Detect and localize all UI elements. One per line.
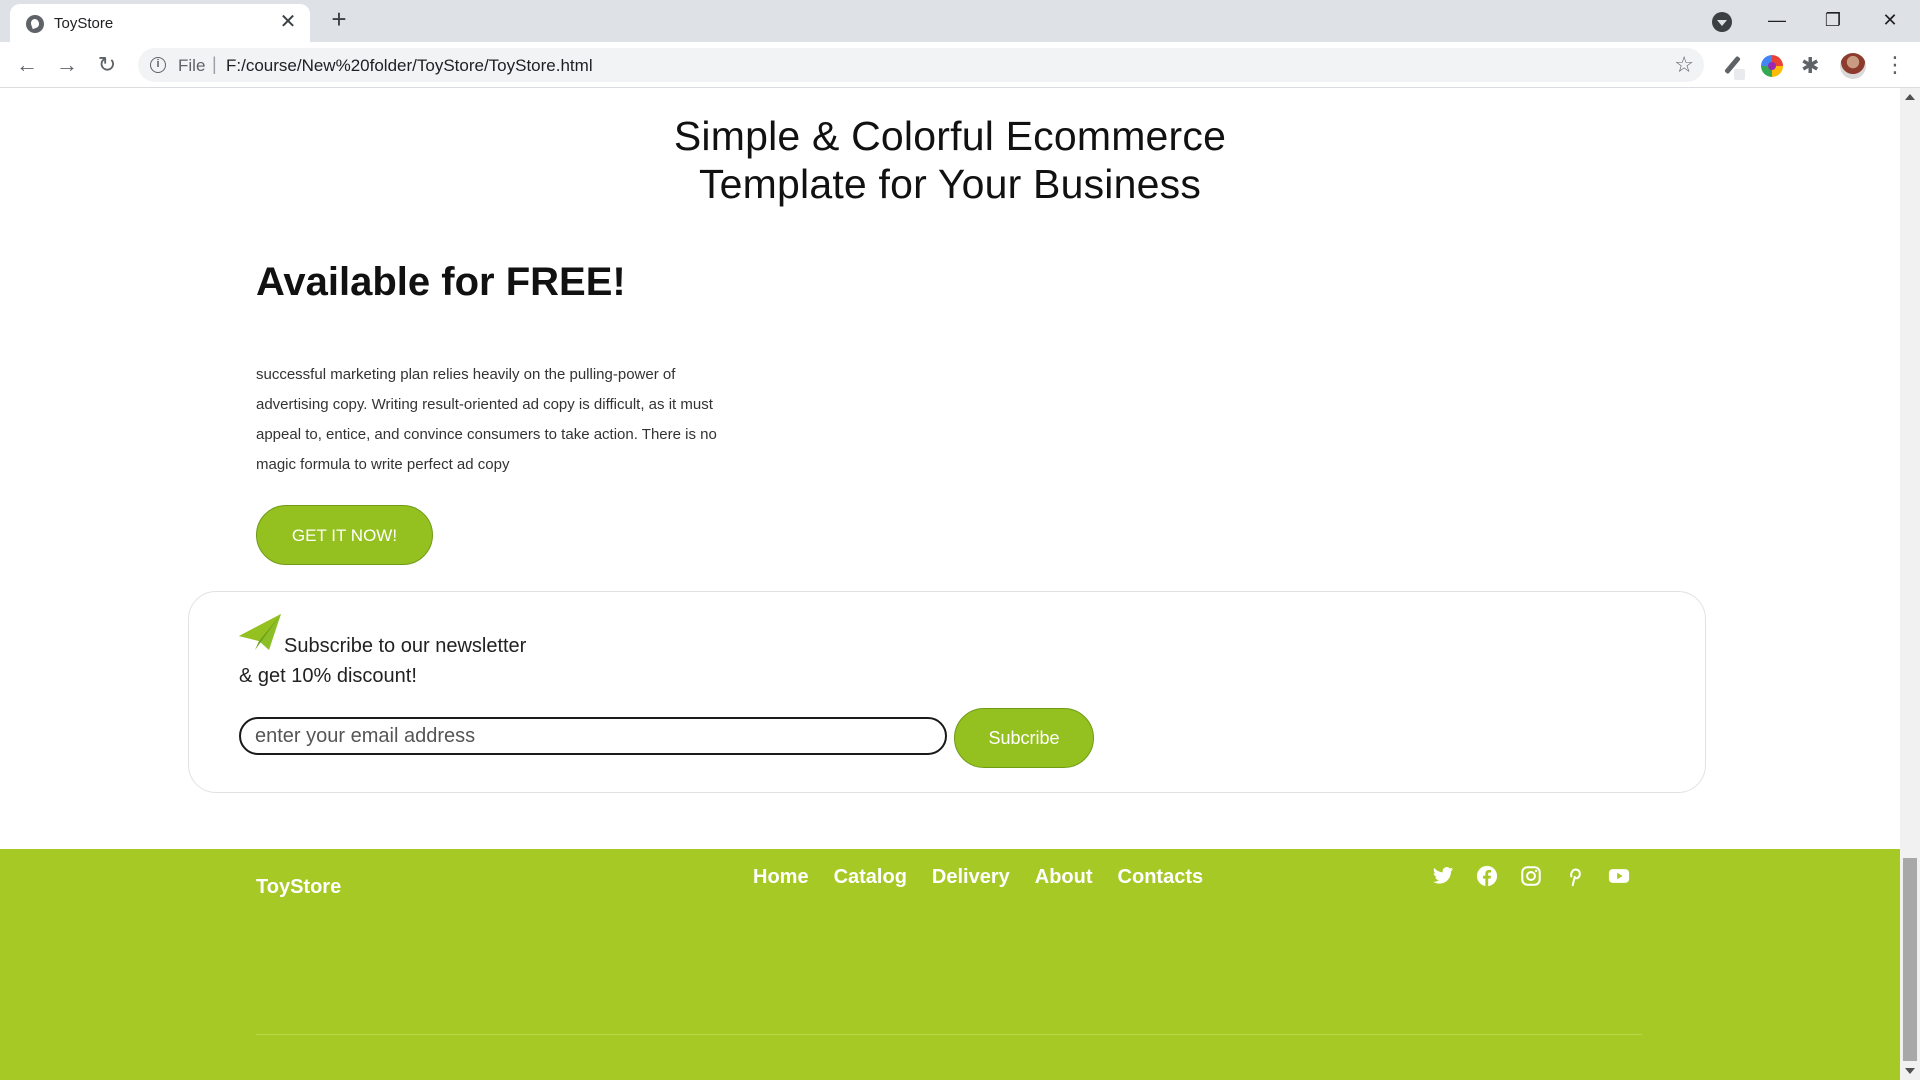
pinterest-icon[interactable]	[1564, 865, 1586, 887]
bookmark-star-icon[interactable]: ☆	[1674, 52, 1694, 78]
footer: ToyStore Home Catalog Delivery About Con…	[0, 849, 1900, 1080]
footer-nav: Home Catalog Delivery About Contacts	[753, 866, 1228, 896]
footer-link-delivery[interactable]: Delivery	[932, 866, 1010, 896]
newsletter-discount: & get 10% discount!	[239, 665, 417, 687]
promo-heading: Available for FREE!	[256, 260, 626, 304]
color-picker-extension-icon[interactable]	[1761, 55, 1783, 77]
email-input[interactable]	[239, 717, 947, 755]
browser-menu-icon[interactable]: ⋮	[1884, 54, 1906, 76]
footer-link-catalog[interactable]: Catalog	[834, 866, 907, 896]
url-scheme: File	[178, 56, 206, 75]
youtube-icon[interactable]	[1608, 865, 1630, 887]
hero-title-line-2: Template for Your Business	[698, 161, 1202, 207]
paper-plane-icon	[239, 614, 281, 650]
new-tab-button[interactable]: +	[326, 6, 352, 33]
page-viewport: Simple & Colorful Ecommerce Template for…	[0, 88, 1900, 1080]
footer-link-home[interactable]: Home	[753, 866, 809, 896]
twitter-icon[interactable]	[1432, 865, 1454, 887]
footer-divider	[256, 1034, 1642, 1035]
globe-icon	[26, 15, 44, 33]
close-tab-icon[interactable]: ✕	[278, 12, 298, 32]
profile-avatar[interactable]	[1840, 53, 1866, 79]
footer-link-about[interactable]: About	[1035, 866, 1093, 896]
tab-title: ToyStore	[54, 15, 114, 32]
facebook-icon[interactable]	[1476, 865, 1498, 887]
restore-button[interactable]: ❐	[1813, 6, 1853, 34]
scroll-up-icon[interactable]	[1905, 94, 1915, 100]
social-links	[1432, 865, 1630, 887]
tab-search-icon[interactable]	[1712, 12, 1732, 32]
reload-icon[interactable]: ↻	[93, 51, 121, 79]
browser-tab[interactable]: ToyStore ✕	[10, 4, 310, 42]
minimize-button[interactable]: —	[1757, 6, 1797, 34]
promo-description: successful marketing plan relies heavily…	[256, 366, 717, 473]
eyedropper-extension-icon[interactable]	[1721, 55, 1745, 80]
extensions-puzzle-icon[interactable]: ✱	[1801, 55, 1823, 77]
info-icon[interactable]: i	[150, 57, 166, 73]
hero-title: Simple & Colorful Ecommerce Template for…	[0, 112, 1900, 208]
subscribe-button[interactable]: Subcribe	[954, 708, 1094, 768]
footer-brand[interactable]: ToyStore	[256, 876, 341, 899]
close-window-button[interactable]: ✕	[1870, 6, 1910, 34]
url-separator: |	[212, 54, 217, 74]
get-it-now-button[interactable]: GET IT NOW!	[256, 505, 433, 565]
scroll-thumb[interactable]	[1903, 858, 1917, 1061]
browser-tab-bar: ToyStore ✕ + — ❐ ✕	[0, 0, 1920, 42]
url-text[interactable]: F:/course/New%20folder/ToyStore/ToyStore…	[226, 56, 593, 76]
footer-link-contacts[interactable]: Contacts	[1118, 866, 1204, 896]
address-bar[interactable]: i File | F:/course/New%20folder/ToyStore…	[138, 48, 1704, 82]
hero-title-line-1: Simple & Colorful Ecommerce	[673, 113, 1227, 159]
page-scrollbar[interactable]	[1900, 88, 1920, 1080]
forward-icon[interactable]: →	[53, 51, 81, 79]
instagram-icon[interactable]	[1520, 865, 1542, 887]
browser-toolbar: ← → ↻ i File | F:/course/New%20folder/To…	[0, 42, 1920, 88]
newsletter-headline: Subscribe to our newsletter	[284, 635, 527, 657]
scroll-down-icon[interactable]	[1905, 1068, 1915, 1074]
newsletter-box: Subscribe to our newsletter & get 10% di…	[188, 591, 1706, 793]
back-icon[interactable]: ←	[13, 51, 41, 79]
